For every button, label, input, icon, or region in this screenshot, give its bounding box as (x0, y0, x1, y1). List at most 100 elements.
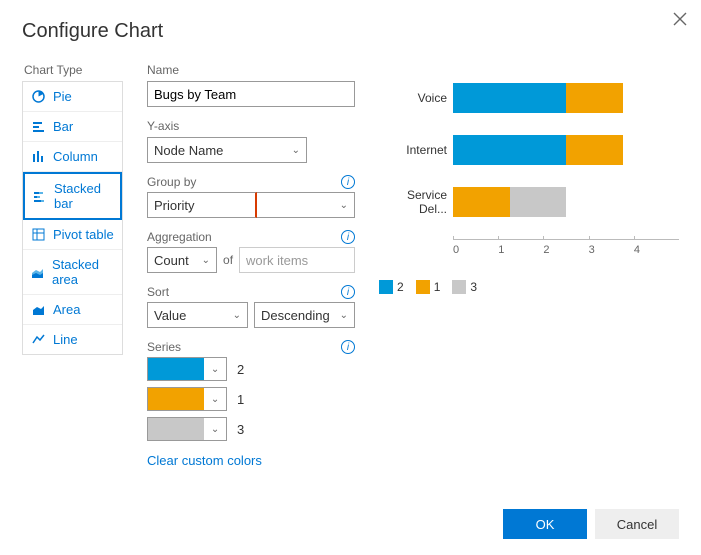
close-button[interactable] (673, 12, 687, 26)
chart-type-label: Line (53, 332, 78, 347)
aggregation-items: work items (239, 247, 355, 273)
chevron-down-icon: ⌄ (202, 255, 210, 266)
color-swatch (148, 418, 204, 440)
series-row: ⌄ 1 (147, 387, 355, 411)
chart-tick: 3 (589, 240, 634, 256)
series-item-label: 1 (237, 392, 244, 407)
legend-label: 2 (397, 280, 404, 294)
chart-type-column[interactable]: Column (23, 142, 122, 172)
chart-type-area[interactable]: Area (23, 295, 122, 325)
chevron-down-icon: ⌄ (204, 424, 226, 435)
pie-icon (31, 90, 45, 104)
info-icon[interactable]: i (341, 175, 355, 189)
chart-category-label: Service Del... (379, 188, 453, 216)
info-icon[interactable]: i (341, 340, 355, 354)
series-color-select[interactable]: ⌄ (147, 387, 227, 411)
chart-tick: 0 (453, 240, 498, 256)
aggregation-of-text: of (223, 253, 233, 267)
groupby-select[interactable]: ⌄ (257, 192, 355, 218)
chevron-down-icon: ⌄ (233, 310, 241, 321)
sort-by-select[interactable]: Value ⌄ (147, 302, 248, 328)
legend-swatch (416, 280, 430, 294)
chart-type-label: Area (53, 302, 80, 317)
sort-dir-select[interactable]: Descending ⌄ (254, 302, 355, 328)
chart-type-stacked-area[interactable]: Stacked area (23, 250, 122, 295)
clear-colors-link[interactable]: Clear custom colors (147, 453, 262, 468)
chart-tick: 4 (634, 240, 679, 256)
chart-bar-area (453, 83, 679, 113)
chart-type-label: Stacked bar (54, 181, 112, 211)
stacked-bar-icon (33, 189, 46, 203)
name-label: Name (147, 63, 355, 77)
chart-bar-row: Service Del... (379, 187, 679, 217)
line-icon (31, 333, 45, 347)
chevron-down-icon: ⌄ (204, 394, 226, 405)
chart-type-line[interactable]: Line (23, 325, 122, 354)
chart-legend: 213 (379, 280, 679, 294)
series-color-select[interactable]: ⌄ (147, 417, 227, 441)
series-item-label: 2 (237, 362, 244, 377)
chart-type-label: Column (53, 149, 98, 164)
aggregation-select[interactable]: Count ⌄ (147, 247, 217, 273)
aggregation-label: Aggregation (147, 230, 212, 244)
chart-type-pivot-table[interactable]: Pivot table (23, 220, 122, 250)
sort-label: Sort (147, 285, 169, 299)
ok-button[interactable]: OK (503, 509, 587, 539)
chart-bar-segment (566, 83, 623, 113)
chevron-down-icon: ⌄ (340, 200, 348, 211)
chart-category-label: Internet (379, 143, 453, 157)
chart-bar-segment (453, 187, 510, 217)
legend-label: 1 (434, 280, 441, 294)
legend-item: 2 (379, 280, 404, 294)
chart-x-axis: 01234 (453, 239, 679, 256)
series-label: Series (147, 340, 181, 354)
column-icon (31, 150, 45, 164)
chart-type-label: Bar (53, 119, 73, 134)
legend-swatch (379, 280, 393, 294)
color-swatch (148, 388, 204, 410)
yaxis-select[interactable]: Node Name ⌄ (147, 137, 307, 163)
yaxis-label: Y-axis (147, 119, 355, 133)
dialog-footer: OK Cancel (503, 509, 679, 539)
yaxis-value: Node Name (154, 143, 223, 158)
chart-type-label: Pie (53, 89, 72, 104)
groupby-value: Priority (154, 198, 194, 213)
chevron-down-icon: ⌄ (340, 310, 348, 321)
stacked-area-icon (31, 265, 44, 279)
color-swatch (148, 358, 204, 380)
close-icon (673, 12, 687, 26)
chart-preview: Voice Internet Service Del... 01234 2 1 3 (379, 63, 679, 468)
chart-type-label: Chart Type (24, 63, 123, 77)
chart-type-pie[interactable]: Pie (23, 82, 122, 112)
area-icon (31, 303, 45, 317)
pivot-table-icon (31, 228, 45, 242)
chart-type-bar[interactable]: Bar (23, 112, 122, 142)
sort-dir-value: Descending (261, 308, 330, 323)
series-color-select[interactable]: ⌄ (147, 357, 227, 381)
chart-bar-row: Internet (379, 135, 679, 165)
groupby-select-highlighted[interactable]: Priority (147, 192, 257, 218)
chart-bar-area (453, 135, 679, 165)
chart-category-label: Voice (379, 91, 453, 105)
chart-bar-row: Voice (379, 83, 679, 113)
chart-type-label: Pivot table (53, 227, 114, 242)
chart-bar-segment (453, 83, 566, 113)
legend-item: 1 (416, 280, 441, 294)
config-form: Name Y-axis Node Name ⌄ Group by i Prior… (147, 63, 355, 468)
cancel-button[interactable]: Cancel (595, 509, 679, 539)
chart-bar-segment (453, 135, 566, 165)
info-icon[interactable]: i (341, 230, 355, 244)
chart-tick: 1 (498, 240, 543, 256)
info-icon[interactable]: i (341, 285, 355, 299)
groupby-label: Group by (147, 175, 196, 189)
chart-type-label: Stacked area (52, 257, 114, 287)
chart-type-stacked-bar[interactable]: Stacked bar (23, 172, 122, 220)
series-item-label: 3 (237, 422, 244, 437)
name-input[interactable] (147, 81, 355, 107)
series-row: ⌄ 2 (147, 357, 355, 381)
series-row: ⌄ 3 (147, 417, 355, 441)
chart-bar-area (453, 187, 679, 217)
bar-icon (31, 120, 45, 134)
chart-bar-segment (510, 187, 567, 217)
chart-bar-segment (566, 135, 623, 165)
